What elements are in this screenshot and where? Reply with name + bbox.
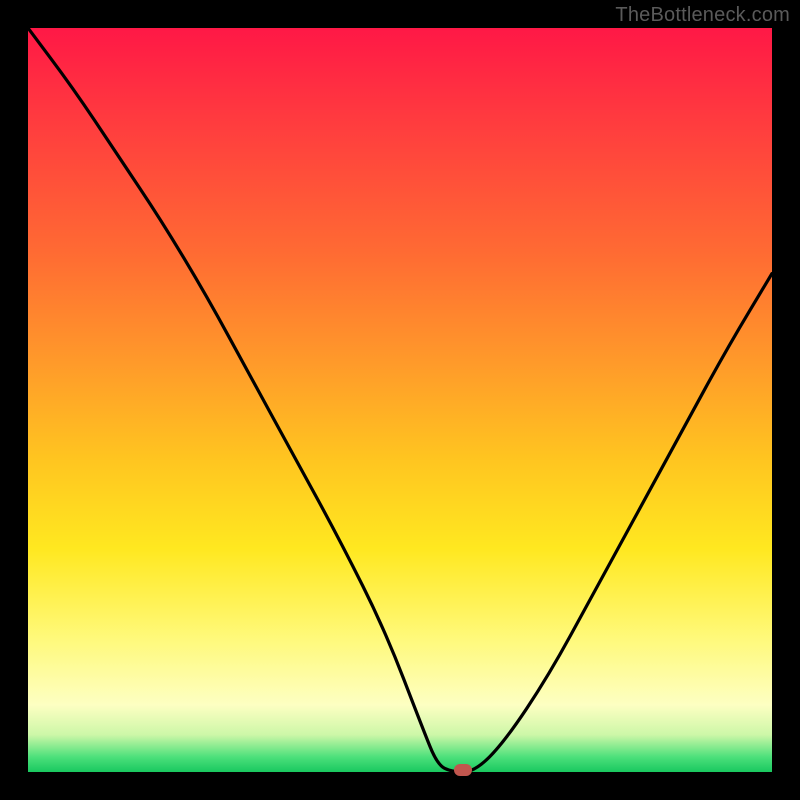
chart-frame: TheBottleneck.com [0,0,800,800]
optimal-point-marker [454,764,472,776]
watermark-text: TheBottleneck.com [615,4,790,27]
plot-area [28,28,772,772]
bottleneck-curve [28,28,772,772]
